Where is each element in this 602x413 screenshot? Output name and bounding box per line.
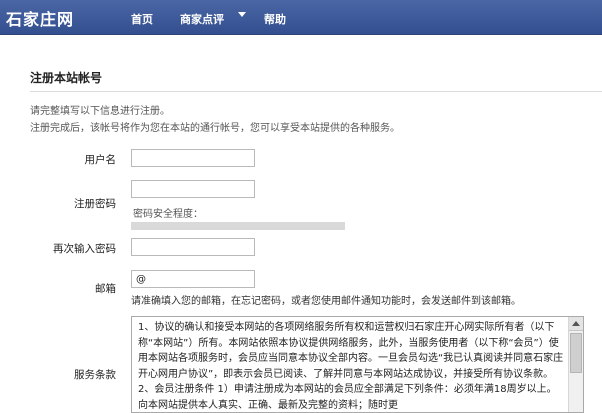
email-input[interactable] — [131, 270, 255, 288]
password-strength-bar — [131, 222, 345, 230]
terms-scrollbar[interactable] — [568, 317, 583, 412]
password-label: 注册密码 — [74, 198, 116, 210]
scroll-thumb[interactable] — [570, 333, 582, 373]
site-logo[interactable]: 石家庄网 — [6, 6, 74, 30]
intro-text-2: 注册完成后，该帐号将作为您在本站的通行帐号，您可以享受本站提供的各种服务。 — [30, 123, 400, 134]
terms-content: 1、协议的确认和接受本网站的各项网络服务所有权和运营权归石家庄开心网实际所有者（… — [138, 322, 564, 411]
page-title: 注册本站帐号 — [30, 71, 103, 85]
email-label: 邮箱 — [95, 283, 116, 295]
password-strength-label: 密码安全程度： — [133, 209, 203, 220]
confirm-password-input[interactable] — [131, 238, 255, 256]
username-input[interactable] — [131, 149, 255, 167]
email-hint: 请准确填入您的邮箱，在忘记密码，或者您使用邮件通知功能时，会发送邮件到该邮箱。 — [131, 296, 521, 307]
password-input[interactable] — [131, 180, 255, 198]
confirm-password-label: 再次输入密码 — [53, 243, 116, 255]
username-label: 用户名 — [84, 154, 117, 166]
nav-merchant-reviews[interactable]: 商家点评 — [180, 11, 224, 27]
nav-help[interactable]: 帮助 — [264, 11, 286, 27]
nav-home[interactable]: 首页 — [131, 11, 153, 27]
intro-text-1: 请完整填写以下信息进行注册。 — [30, 106, 170, 117]
title-divider — [30, 91, 602, 92]
registration-page: 石家庄网 首页 商家点评 帮助 注册本站帐号 请完整填写以下信息进行注册。 注册… — [0, 0, 602, 413]
terms-textarea[interactable]: 1、协议的确认和接受本网站的各项网络服务所有权和运营权归石家庄开心网实际所有者（… — [131, 316, 584, 413]
terms-label: 服务条款 — [74, 369, 116, 381]
top-nav-bar: 石家庄网 首页 商家点评 帮助 — [0, 0, 602, 35]
chevron-down-icon[interactable] — [238, 12, 246, 17]
scroll-up-arrow-icon[interactable] — [569, 317, 583, 331]
